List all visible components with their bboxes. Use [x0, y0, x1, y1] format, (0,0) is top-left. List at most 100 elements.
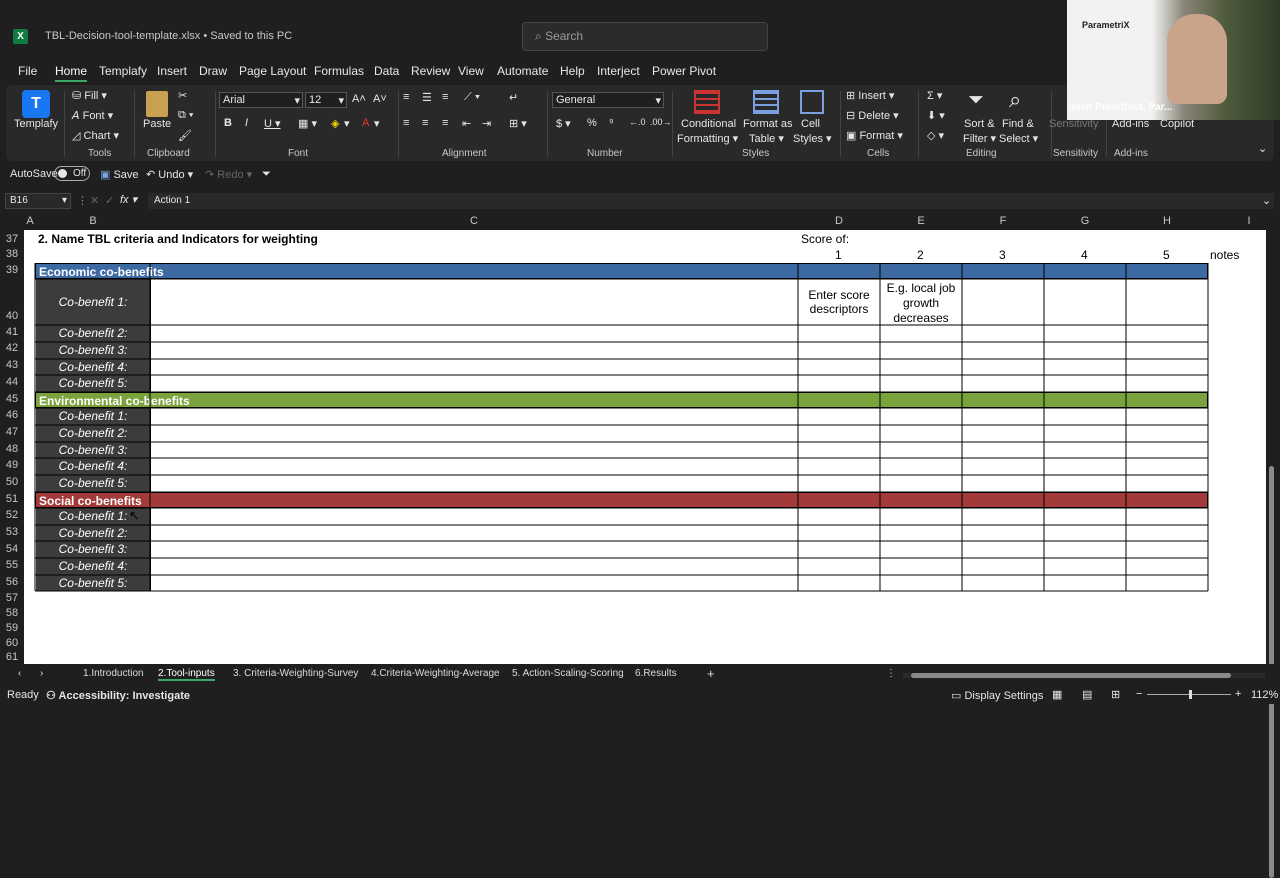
cancel-icon[interactable]: ✕: [90, 194, 99, 207]
menu-power-pivot[interactable]: Power Pivot: [652, 64, 716, 78]
row-header[interactable]: 45: [0, 393, 24, 407]
page-layout-view-icon[interactable]: ▤: [1082, 688, 1092, 701]
row-header[interactable]: 41: [0, 326, 24, 340]
merge-center-icon[interactable]: ⊞ ▾: [509, 117, 527, 130]
col-header-h[interactable]: H: [1126, 215, 1208, 230]
horizontal-scrollbar[interactable]: [903, 673, 1265, 678]
grow-font-icon[interactable]: A˄: [352, 93, 366, 105]
menu-file[interactable]: File: [18, 64, 37, 78]
page-break-view-icon[interactable]: ⊞: [1111, 688, 1120, 701]
format-as-table-icon[interactable]: [753, 90, 779, 114]
paste-icon[interactable]: [146, 91, 168, 117]
styles-label[interactable]: Styles ▾: [793, 132, 832, 145]
zoom-in-icon[interactable]: +: [1235, 688, 1241, 700]
cell-styles-icon[interactable]: [800, 90, 824, 114]
fill-button[interactable]: ⛁ Fill ▾: [72, 89, 107, 102]
decrease-decimal-icon[interactable]: .00→: [650, 117, 672, 127]
clear-icon[interactable]: ◇ ▾: [927, 129, 944, 142]
row-header[interactable]: 37: [0, 233, 24, 247]
zoom-slider-thumb[interactable]: [1189, 690, 1192, 699]
formula-input[interactable]: Action 1: [148, 193, 1274, 209]
col-header-c[interactable]: C: [150, 215, 798, 230]
sort-label[interactable]: Sort &: [964, 118, 995, 130]
menu-interject[interactable]: Interject: [597, 64, 640, 78]
tab-tool-inputs[interactable]: 2.Tool-inputs: [158, 668, 215, 681]
normal-view-icon[interactable]: ▦: [1052, 688, 1062, 701]
autosave-toggle[interactable]: Off: [54, 166, 90, 181]
menu-view[interactable]: View: [458, 64, 484, 78]
menu-insert[interactable]: Insert: [157, 64, 187, 78]
align-right-icon[interactable]: ≡: [442, 117, 448, 129]
align-bottom-icon[interactable]: ≡: [442, 91, 448, 103]
tab-next-icon[interactable]: ›: [40, 668, 43, 679]
add-sheet-icon[interactable]: +: [707, 666, 715, 681]
worksheet-grid[interactable]: 2. Name TBL criteria and Indicators for …: [24, 230, 1266, 664]
increase-decimal-icon[interactable]: ←.0: [629, 117, 646, 127]
row-header[interactable]: 52: [0, 509, 24, 523]
number-format-select[interactable]: General ▾: [552, 92, 664, 108]
format-as-label[interactable]: Format as: [743, 118, 793, 130]
bold-icon[interactable]: B: [224, 117, 232, 129]
percent-icon[interactable]: %: [587, 117, 597, 129]
align-middle-icon[interactable]: ☰: [422, 91, 432, 104]
menu-automate[interactable]: Automate: [497, 64, 548, 78]
wrap-text-icon[interactable]: ↵: [509, 91, 518, 104]
formatting-label[interactable]: Formatting ▾: [677, 132, 738, 145]
col-header-a[interactable]: A: [24, 215, 36, 230]
tab-criteria-weighting-average[interactable]: 4.Criteria-Weighting-Average: [371, 668, 500, 679]
row-header[interactable]: 55: [0, 559, 24, 573]
borders-icon[interactable]: ▦ ▾: [298, 117, 317, 130]
menu-templafy[interactable]: Templafy: [99, 64, 147, 78]
col-header-g[interactable]: G: [1044, 215, 1126, 230]
format-cells-button[interactable]: ▣ Format ▾: [846, 129, 903, 142]
copy-icon[interactable]: ⧉ ▾: [178, 109, 194, 122]
chart-button[interactable]: ◿ Chart ▾: [72, 129, 119, 142]
paste-button[interactable]: Paste: [143, 118, 171, 130]
fill-down-icon[interactable]: ⬇ ▾: [927, 109, 945, 122]
undo-button[interactable]: ↶ Undo ▾: [146, 168, 193, 181]
col-header-d[interactable]: D: [798, 215, 880, 230]
cut-icon[interactable]: ✂: [178, 89, 187, 102]
templafy-button[interactable]: Templafy: [14, 118, 58, 130]
decrease-indent-icon[interactable]: ⇤: [462, 117, 471, 130]
select-label[interactable]: Select ▾: [999, 132, 1038, 145]
menu-review[interactable]: Review: [411, 64, 450, 78]
row-header[interactable]: 53: [0, 526, 24, 540]
row-header[interactable]: 43: [0, 359, 24, 373]
comma-icon[interactable]: ⁹: [609, 117, 614, 129]
row-header[interactable]: 49: [0, 459, 24, 473]
row-header[interactable]: 44: [0, 376, 24, 390]
font-size-select[interactable]: 12 ▾: [305, 92, 347, 108]
menu-data[interactable]: Data: [374, 64, 399, 78]
row-header[interactable]: 57: [0, 592, 24, 606]
row-header[interactable]: 61: [0, 651, 24, 665]
row-header[interactable]: 51: [0, 493, 24, 507]
collapse-ribbon-icon[interactable]: ⌄: [1258, 142, 1267, 155]
insert-cells-button[interactable]: ⊞ Insert ▾: [846, 89, 894, 102]
table-label[interactable]: Table ▾: [749, 132, 784, 145]
align-top-icon[interactable]: ≡: [403, 91, 409, 103]
zoom-level[interactable]: 112%: [1251, 689, 1278, 701]
underline-icon[interactable]: U ▾: [264, 117, 281, 130]
zoom-slider[interactable]: [1147, 690, 1231, 699]
filter-label[interactable]: Filter ▾: [963, 132, 996, 145]
row-header[interactable]: 39: [0, 264, 24, 278]
italic-icon[interactable]: I: [245, 117, 248, 129]
row-header[interactable]: 58: [0, 607, 24, 621]
align-left-icon[interactable]: ≡: [403, 117, 409, 129]
tab-criteria-weighting-survey[interactable]: 3. Criteria-Weighting-Survey: [233, 668, 358, 679]
font-color-dropdown-icon[interactable]: ▾: [374, 117, 380, 130]
shrink-font-icon[interactable]: A˅: [373, 93, 387, 105]
menu-page-layout[interactable]: Page Layout: [239, 64, 306, 78]
row-header[interactable]: 42: [0, 342, 24, 356]
sort-filter-icon[interactable]: ⏷: [968, 89, 984, 112]
format-painter-icon[interactable]: 🖌: [178, 129, 192, 142]
row-header[interactable]: 48: [0, 443, 24, 457]
name-box[interactable]: B16 ▾: [5, 193, 71, 209]
tab-action-scaling-scoring[interactable]: 5. Action-Scaling-Scoring: [512, 668, 624, 679]
document-title[interactable]: TBL-Decision-tool-template.xlsx • Saved …: [45, 30, 292, 42]
col-header-b[interactable]: B: [36, 215, 150, 230]
font-button[interactable]: 𝘈 Font ▾: [72, 109, 113, 122]
tab-introduction[interactable]: 1.Introduction: [83, 668, 144, 679]
conditional-label[interactable]: Conditional: [681, 118, 736, 130]
